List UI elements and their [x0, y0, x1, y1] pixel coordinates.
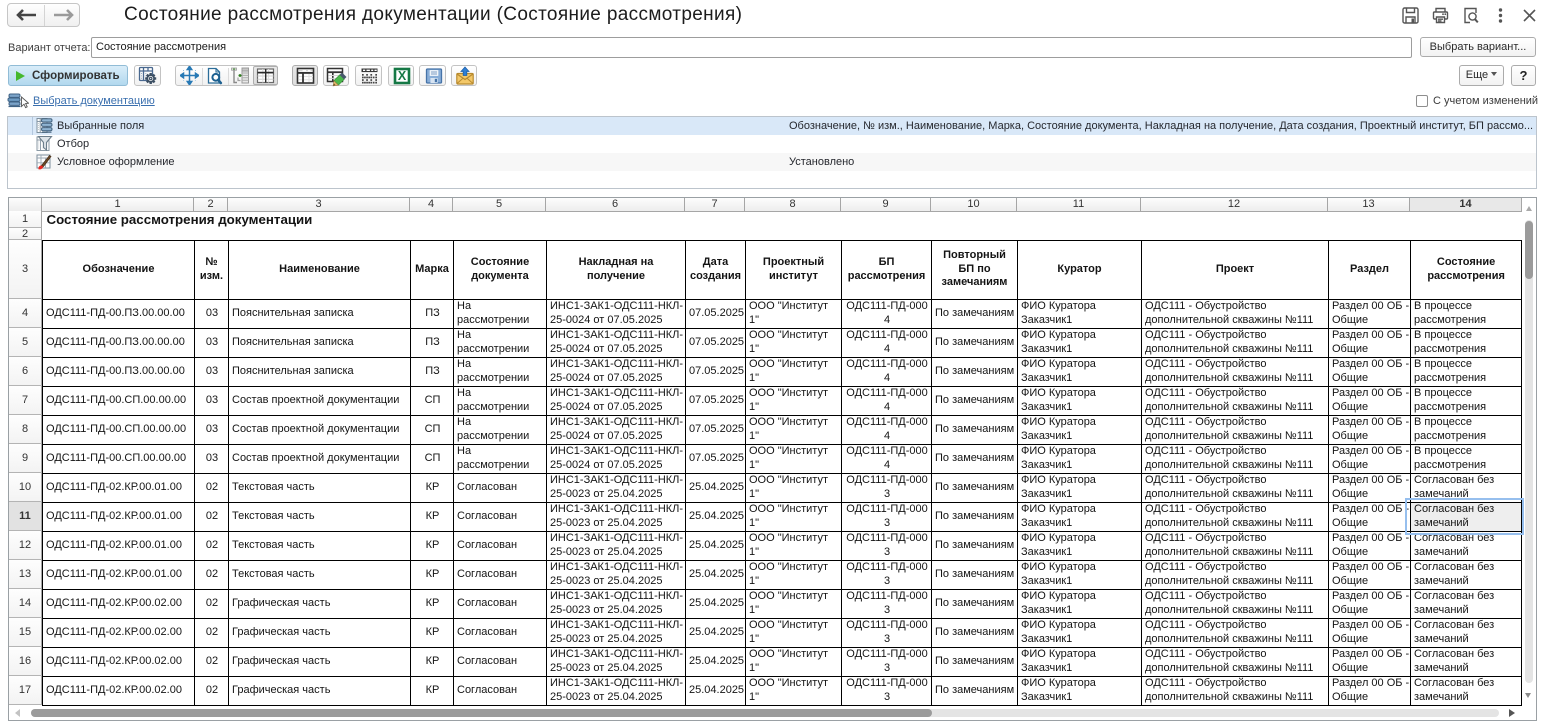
svg-text:X: X: [398, 69, 407, 83]
